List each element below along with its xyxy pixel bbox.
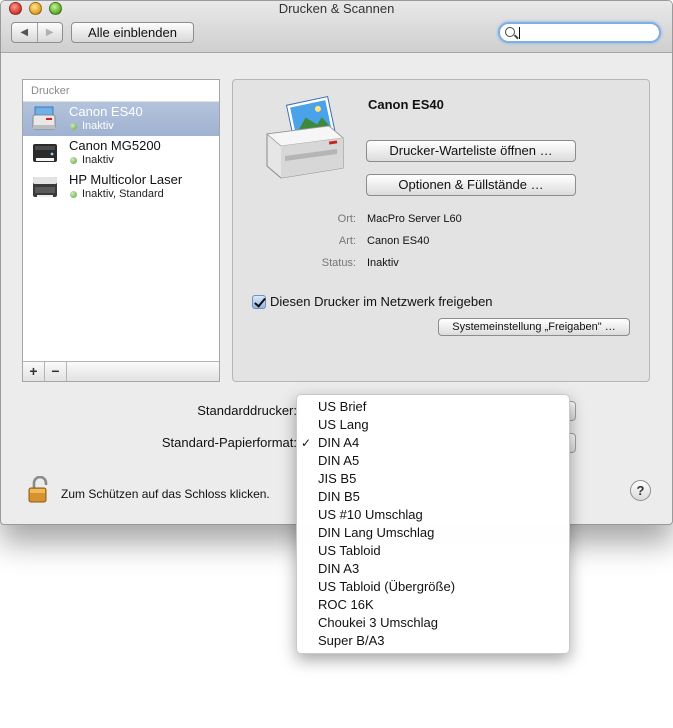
selected-printer-title: Canon ES40	[368, 97, 444, 112]
paper-size-option-label: JIS B5	[318, 471, 357, 486]
status-label: Status:	[321, 257, 356, 269]
paper-size-option-label: US Tabloid	[318, 543, 381, 558]
paper-size-option[interactable]: DIN Lang Umschlag	[297, 524, 569, 542]
paper-size-option[interactable]: US Brief	[297, 398, 569, 416]
share-printer-row: Diesen Drucker im Netzwerk freigeben	[252, 294, 493, 309]
paper-size-option-label: Choukei 3 Umschlag	[318, 615, 438, 630]
printer-list: Drucker Canon ES40 Inaktiv Canon MG5200 …	[22, 79, 220, 382]
paper-size-option-label: US Tabloid (Übergröße)	[318, 579, 456, 594]
sharing-preferences-button[interactable]: Systemeinstellung „Freigaben" …	[438, 318, 630, 336]
checkmark-icon: ✓	[301, 436, 312, 450]
share-printer-checkbox[interactable]	[252, 294, 266, 309]
text-cursor	[519, 27, 520, 39]
printer-name: Canon MG5200	[69, 138, 161, 153]
location-value: MacPro Server L60	[367, 213, 462, 225]
lock-open-icon[interactable]	[28, 476, 52, 504]
paper-size-option[interactable]: US Tabloid	[297, 542, 569, 560]
paper-size-option[interactable]: ROC 16K	[297, 596, 569, 614]
printer-list-item[interactable]: Canon MG5200 Inaktiv	[23, 136, 219, 170]
printer-list-header: Drucker	[23, 80, 219, 102]
lock-hint-label: Zum Schützen auf das Schloss klicken.	[61, 487, 270, 501]
location-label: Ort:	[337, 213, 356, 225]
printer-status: Inaktiv	[82, 120, 114, 132]
search-icon	[505, 27, 515, 37]
remove-printer-button[interactable]: −	[45, 362, 67, 381]
printer-name: HP Multicolor Laser	[69, 172, 183, 187]
options-supplies-button[interactable]: Optionen & Füllstände …	[366, 174, 576, 196]
paper-size-option[interactable]: DIN B5	[297, 488, 569, 506]
kind-label: Art:	[338, 235, 356, 247]
paper-size-option-label: DIN B5	[318, 489, 360, 504]
default-paper-label: Standard-Papierformat:	[161, 435, 297, 450]
paper-size-option[interactable]: JIS B5	[297, 470, 569, 488]
paper-size-option[interactable]: ✓ DIN A4	[297, 434, 569, 452]
printer-status: Inaktiv	[82, 154, 114, 166]
inkjet-printer-icon	[32, 106, 56, 130]
status-value: Inaktiv	[367, 257, 399, 269]
laser-printer-icon	[33, 177, 57, 197]
paper-size-option[interactable]: Super B/A3	[297, 632, 569, 650]
search-input[interactable]	[498, 22, 661, 43]
paper-size-option-label: DIN A4	[318, 435, 360, 450]
paper-size-option-label: US Lang	[318, 417, 369, 432]
printer-list-footer: + −	[23, 361, 219, 381]
paper-size-option[interactable]: US Lang	[297, 416, 569, 434]
printer-status: Inaktiv, Standard	[82, 188, 164, 200]
status-dot-icon	[70, 157, 77, 164]
printer-list-item[interactable]: HP Multicolor Laser Inaktiv, Standard	[23, 170, 219, 204]
paper-size-option-label: DIN A5	[318, 453, 360, 468]
paper-size-option[interactable]: US Tabloid (Übergröße)	[297, 578, 569, 596]
titlebar: Drucken & Scannen ◀ ▶ Alle einblenden	[1, 1, 672, 53]
back-arrow-icon: ◀	[20, 27, 29, 38]
paper-size-option-label: Super B/A3	[318, 633, 385, 648]
multifunction-printer-icon	[33, 144, 57, 162]
forward-arrow-icon: ▶	[45, 27, 54, 38]
open-print-queue-button[interactable]: Drucker-Warteliste öffnen …	[366, 140, 576, 162]
status-dot-icon	[70, 191, 77, 198]
printer-name: Canon ES40	[69, 104, 143, 119]
status-dot-icon	[70, 123, 77, 130]
back-button[interactable]: ◀	[12, 23, 37, 42]
paper-size-option[interactable]: Choukei 3 Umschlag	[297, 614, 569, 632]
kind-value: Canon ES40	[367, 235, 430, 247]
help-button[interactable]: ?	[630, 480, 651, 501]
add-printer-button[interactable]: +	[23, 362, 45, 381]
printer-list-item[interactable]: Canon ES40 Inaktiv	[23, 102, 219, 136]
forward-button[interactable]: ▶	[36, 23, 63, 42]
paper-size-option-label: ROC 16K	[318, 597, 374, 612]
default-printer-label: Standarddrucker:	[197, 403, 297, 418]
paper-size-option[interactable]: DIN A5	[297, 452, 569, 470]
paper-size-option-label: US #10 Umschlag	[318, 507, 423, 522]
paper-size-option-label: US Brief	[318, 399, 367, 414]
back-forward-control: ◀ ▶	[11, 22, 63, 43]
window-title: Drucken & Scannen	[278, 1, 395, 16]
show-all-button[interactable]: Alle einblenden	[71, 22, 194, 43]
share-printer-label[interactable]: Diesen Drucker im Netzwerk freigeben	[270, 294, 493, 309]
paper-size-menu: US Brief US Lang ✓ DIN A4 DIN A5 JIS B5 DIN B5…	[296, 394, 570, 654]
printer-large-icon	[266, 95, 344, 179]
paper-size-option[interactable]: US #10 Umschlag	[297, 506, 569, 524]
paper-size-option-label: DIN A3	[318, 561, 360, 576]
paper-size-option-label: DIN Lang Umschlag	[318, 525, 435, 540]
paper-size-option[interactable]: DIN A3	[297, 560, 569, 578]
printer-details-panel: Canon ES40 Drucker-Warteliste öffnen … O…	[232, 79, 650, 382]
